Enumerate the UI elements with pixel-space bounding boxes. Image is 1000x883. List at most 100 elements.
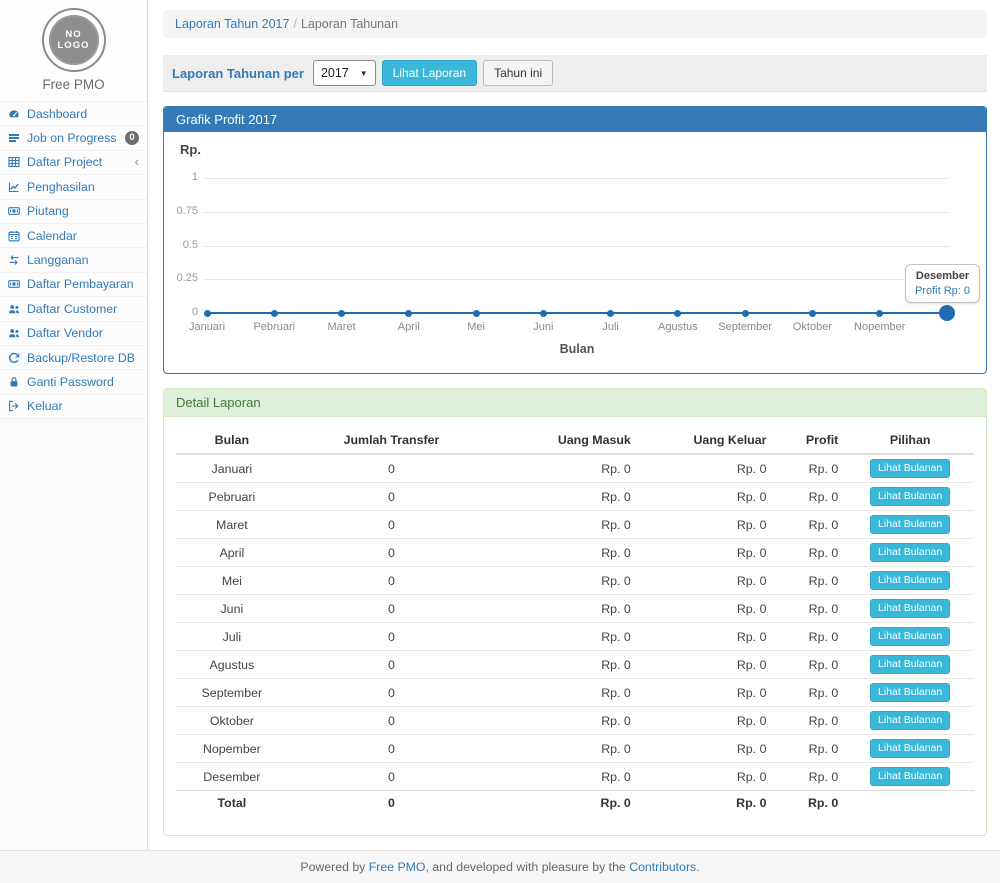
sidebar-item-label: Daftar Vendor <box>27 326 103 340</box>
x-tick-label: Pebruari <box>238 321 310 333</box>
breadcrumb-link[interactable]: Laporan Tahun 2017 <box>175 17 289 31</box>
lihat-laporan-button[interactable]: Lihat Laporan <box>382 60 477 86</box>
lihat-bulanan-button[interactable]: Lihat Bulanan <box>870 711 950 730</box>
cell-pilihan: Lihat Bulanan <box>846 623 974 651</box>
money-icon <box>7 278 21 290</box>
lihat-bulanan-button[interactable]: Lihat Bulanan <box>870 627 950 646</box>
no-logo-badge: NO LOGO <box>49 15 99 65</box>
cell-uang-masuk: Rp. 0 <box>495 679 639 707</box>
sidebar-item-ganti-password[interactable]: Ganti Password <box>0 370 147 394</box>
lihat-bulanan-button[interactable]: Lihat Bulanan <box>870 543 950 562</box>
sidebar-item-label: Penghasilan <box>27 180 95 194</box>
tasks-icon <box>7 132 21 144</box>
sidebar: NO LOGO Free PMO DashboardJob on Progres… <box>0 0 148 850</box>
cell-jumlah-transfer: 0 <box>288 539 495 567</box>
gridline <box>204 279 950 280</box>
sidebar-item-keluar[interactable]: Keluar <box>0 395 147 419</box>
data-point-april[interactable] <box>405 310 412 317</box>
cell-bulan: Agustus <box>176 651 288 679</box>
lihat-bulanan-button[interactable]: Lihat Bulanan <box>870 655 950 674</box>
caret-down-icon: ▼ <box>360 69 368 78</box>
logo-text-top: NO <box>65 29 81 40</box>
lihat-bulanan-button[interactable]: Lihat Bulanan <box>870 515 950 534</box>
cell-bulan: April <box>176 539 288 567</box>
cell-uang-keluar: Rp. 0 <box>639 483 775 511</box>
cell-jumlah-transfer: 0 <box>288 623 495 651</box>
gridline <box>204 246 950 247</box>
data-point-juni[interactable] <box>540 310 547 317</box>
table-row-juli: Juli0Rp. 0Rp. 0Rp. 0Lihat Bulanan <box>176 623 974 651</box>
x-tick-label: Oktober <box>776 321 848 333</box>
table-icon <box>7 156 21 168</box>
profit-line-chart: Rp. 10.750.50.250JanuariPebruariMaretApr… <box>164 132 986 373</box>
year-select[interactable]: 2017 ▼ <box>313 60 376 86</box>
profit-chart-panel: Grafik Profit 2017 Rp. 10.750.50.250Janu… <box>163 106 987 374</box>
sidebar-item-langganan[interactable]: Langganan <box>0 248 147 272</box>
cell-jumlah-transfer: 0 <box>288 595 495 623</box>
cell-pilihan: Lihat Bulanan <box>846 539 974 567</box>
users-icon <box>7 303 21 315</box>
table-row-nopember: Nopember0Rp. 0Rp. 0Rp. 0Lihat Bulanan <box>176 735 974 763</box>
sidebar-item-daftar-customer[interactable]: Daftar Customer <box>0 297 147 321</box>
cell-jumlah-transfer: 0 <box>288 567 495 595</box>
data-point-maret[interactable] <box>338 310 345 317</box>
tahun-ini-button[interactable]: Tahun ini <box>483 60 553 86</box>
data-point-september[interactable] <box>742 310 749 317</box>
column-header-bulan: Bulan <box>176 427 288 454</box>
cell-pilihan: Lihat Bulanan <box>846 567 974 595</box>
cell-jumlah-transfer: 0 <box>288 707 495 735</box>
data-point-oktober[interactable] <box>809 310 816 317</box>
cell-uang-masuk: Rp. 0 <box>495 483 639 511</box>
lihat-bulanan-button[interactable]: Lihat Bulanan <box>870 487 950 506</box>
sidebar-item-calendar[interactable]: Calendar <box>0 224 147 248</box>
sidebar-item-dashboard[interactable]: Dashboard <box>0 102 147 126</box>
sidebar-item-daftar-project[interactable]: Daftar Project ‹ <box>0 151 147 175</box>
data-point-januari[interactable] <box>204 310 211 317</box>
free-pmo-link[interactable]: Free PMO <box>369 860 426 874</box>
cell-uang-masuk: Rp. 0 <box>495 511 639 539</box>
sidebar-item-daftar-vendor[interactable]: Daftar Vendor <box>0 322 147 346</box>
cell-pilihan: Lihat Bulanan <box>846 511 974 539</box>
data-point-nopember[interactable] <box>876 310 883 317</box>
sidebar-item-penghasilan[interactable]: Penghasilan <box>0 175 147 199</box>
cell-profit: Rp. 0 <box>774 595 846 623</box>
detail-report-panel: Detail Laporan BulanJumlah TransferUang … <box>163 388 987 836</box>
cell-uang-keluar: Rp. 0 <box>639 623 775 651</box>
data-point-juli[interactable] <box>607 310 614 317</box>
lihat-bulanan-button[interactable]: Lihat Bulanan <box>870 739 950 758</box>
lihat-bulanan-button[interactable]: Lihat Bulanan <box>870 767 950 786</box>
lihat-bulanan-button[interactable]: Lihat Bulanan <box>870 571 950 590</box>
lihat-bulanan-button[interactable]: Lihat Bulanan <box>870 599 950 618</box>
cell-uang-keluar: Rp. 0 <box>639 735 775 763</box>
chevron-left-icon: ‹ <box>135 156 139 168</box>
cell-profit: Rp. 0 <box>774 707 846 735</box>
cell-pilihan: Lihat Bulanan <box>846 454 974 483</box>
table-header-row: BulanJumlah TransferUang MasukUang Kelua… <box>176 427 974 454</box>
contributors-link[interactable]: Contributors <box>629 860 696 874</box>
cell-jumlah-transfer: 0 <box>288 483 495 511</box>
data-point-desember[interactable] <box>939 305 955 321</box>
cell-bulan: Juli <box>176 623 288 651</box>
sidebar-item-job-on-progress[interactable]: Job on Progress0 <box>0 126 147 150</box>
refresh-icon <box>7 352 21 364</box>
data-point-agustus[interactable] <box>674 310 681 317</box>
y-axis-title: Rp. <box>180 142 201 157</box>
cell-uang-masuk: Rp. 0 <box>495 595 639 623</box>
y-tick-label: 0.5 <box>164 239 198 251</box>
lihat-bulanan-button[interactable]: Lihat Bulanan <box>870 459 950 478</box>
sidebar-item-daftar-pembayaran[interactable]: Daftar Pembayaran <box>0 273 147 297</box>
data-point-pebruari[interactable] <box>271 310 278 317</box>
table-row-agustus: Agustus0Rp. 0Rp. 0Rp. 0Lihat Bulanan <box>176 651 974 679</box>
y-tick-label: 0 <box>164 306 198 318</box>
data-point-mei[interactable] <box>473 310 480 317</box>
sign-out-icon <box>7 400 21 412</box>
x-tick-label: Juni <box>507 321 579 333</box>
tachometer-icon <box>7 108 21 120</box>
cell-bulan: Pebruari <box>176 483 288 511</box>
sidebar-item-label: Daftar Project <box>27 155 102 169</box>
sidebar-item-piutang[interactable]: Piutang <box>0 200 147 224</box>
cell-uang-keluar: Rp. 0 <box>639 707 775 735</box>
lihat-bulanan-button[interactable]: Lihat Bulanan <box>870 683 950 702</box>
cell-profit: Rp. 0 <box>774 651 846 679</box>
sidebar-item-backup-restore-db[interactable]: Backup/Restore DB <box>0 346 147 370</box>
